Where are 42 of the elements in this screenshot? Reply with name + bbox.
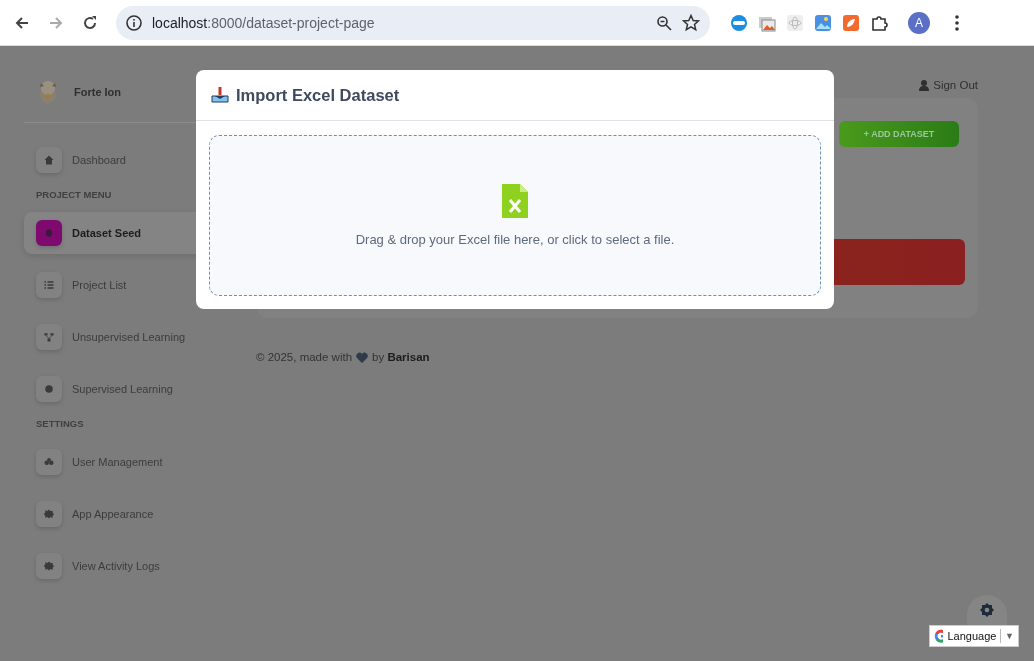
settings-button[interactable] xyxy=(967,595,1007,625)
leaf-icon[interactable] xyxy=(842,13,860,32)
google-icon xyxy=(934,629,944,643)
heart-icon xyxy=(356,351,369,363)
excel-file-icon xyxy=(502,184,528,218)
footer-credit: by Barisan xyxy=(372,351,430,363)
sidebar-item[interactable]: User Management xyxy=(24,441,250,483)
sidebar-item[interactable]: Unsupervised Learning xyxy=(24,316,250,358)
footer-text: © 2025, made with xyxy=(256,351,353,363)
menu-item-icon xyxy=(43,456,55,468)
photo-icon[interactable] xyxy=(814,13,832,32)
language-label: Language xyxy=(947,630,997,642)
info-icon[interactable] xyxy=(126,14,142,31)
sign-out-link[interactable]: Sign Out xyxy=(919,72,978,98)
address-bar[interactable]: localhost:8000/dataset-project-page xyxy=(116,5,710,40)
menu-heading: SETTINGS xyxy=(35,418,85,429)
sidebar-item[interactable]: Supervised Learning xyxy=(24,368,250,410)
profile-avatar[interactable]: A xyxy=(908,11,930,34)
menu-item-icon xyxy=(43,331,55,343)
sidebar-item[interactable]: View Activity Logs xyxy=(24,545,250,587)
sidebar-item[interactable]: App Appearance xyxy=(24,493,250,535)
menu-item-icon xyxy=(43,154,55,166)
menu-item-icon xyxy=(43,383,55,395)
language-selector[interactable]: Language ▼ xyxy=(929,625,1019,647)
puzzle-icon[interactable] xyxy=(870,13,888,32)
dialog-title: Import Excel Dataset xyxy=(236,85,400,105)
menu-item-icon xyxy=(43,279,55,291)
star-icon[interactable] xyxy=(682,13,700,32)
brand-name: Forte Ion xyxy=(74,86,122,98)
menu-heading: PROJECT MENU xyxy=(35,189,113,200)
add-dataset-button[interactable]: + ADD DATASET xyxy=(839,121,959,147)
zoom-icon[interactable] xyxy=(656,14,672,31)
file-drop-zone[interactable]: Drag & drop your Excel file here, or click to select a file. xyxy=(209,135,821,296)
menu-item-icon xyxy=(43,560,55,572)
url-text: localhost:8000/dataset-project-page xyxy=(152,14,376,31)
user-icon xyxy=(919,79,930,91)
inbox-tray-icon xyxy=(210,86,230,104)
menu-item-icon xyxy=(43,508,55,520)
drop-instruction: Drag & drop your Excel file here, or click to select a file. xyxy=(355,232,675,247)
dropdown-arrow: ▼ xyxy=(1005,631,1014,641)
settings-icon xyxy=(979,602,995,618)
menu-item-icon xyxy=(43,227,55,239)
